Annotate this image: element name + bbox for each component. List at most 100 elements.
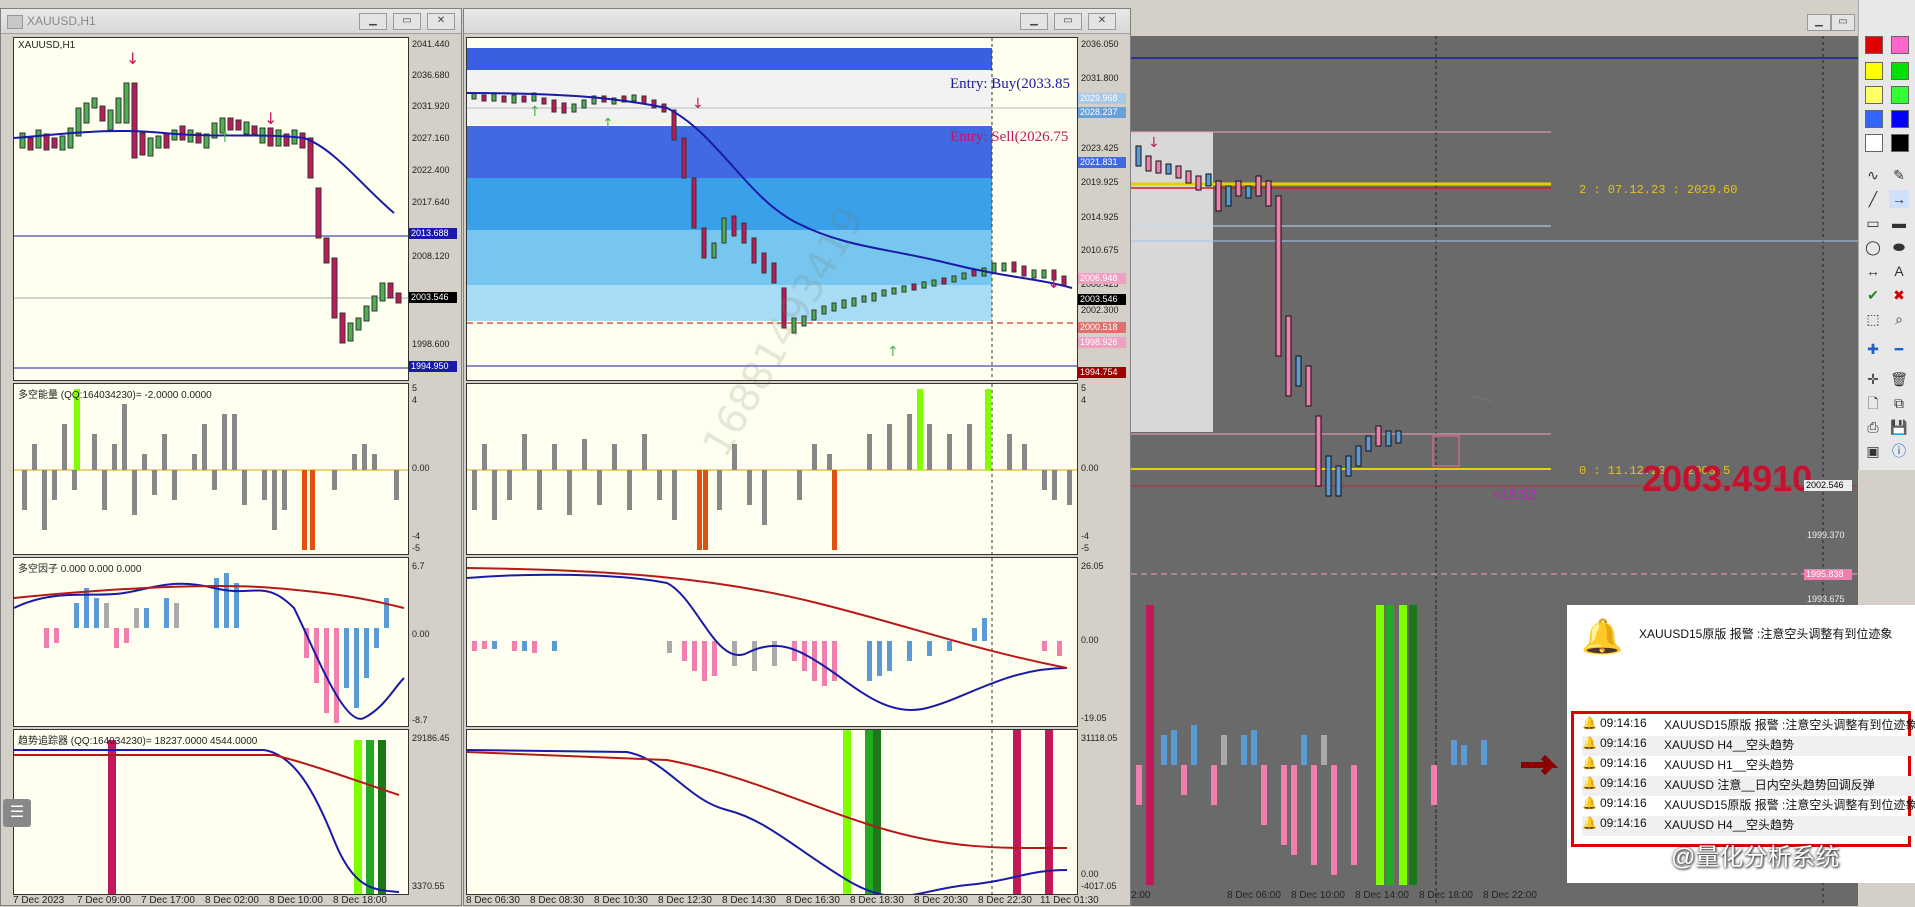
window-titlebar[interactable]: ▁ ▭ bbox=[1131, 0, 1858, 36]
scale-tick: 0.00 bbox=[1081, 635, 1099, 645]
line-tool-icon[interactable]: ╱ bbox=[1863, 190, 1883, 208]
copy-icon[interactable]: ⧉ bbox=[1889, 394, 1909, 412]
date-label: 8 Dec 06:30 bbox=[466, 895, 520, 906]
indicator1-scale: 5 4 0.00 -4 -5 bbox=[409, 383, 463, 555]
scale-tick: -4017.05 bbox=[1081, 881, 1117, 891]
trash-icon[interactable]: 🗑 bbox=[1889, 370, 1909, 388]
alert-text: XAUUSD15原版 报警 :注意空头调整有到位迹象 bbox=[1664, 798, 1915, 812]
filled-ellipse-icon[interactable]: ⬬ bbox=[1889, 238, 1909, 256]
text-tool-icon[interactable]: A bbox=[1889, 262, 1909, 280]
info-icon[interactable]: ⓘ bbox=[1889, 442, 1909, 460]
maximize-button[interactable]: ▭ bbox=[1831, 14, 1855, 31]
svg-text:↑: ↑ bbox=[219, 130, 231, 146]
date-label: 2:00 bbox=[1131, 890, 1151, 901]
pencil-icon[interactable]: ✎ bbox=[1889, 166, 1909, 184]
bell-icon: 🔔 bbox=[1581, 618, 1624, 656]
alert-row[interactable]: 🔔 09:14:16 XAUUSD H4__空头趋势 bbox=[1582, 816, 1915, 836]
date-label: 8 Dec 22:30 bbox=[978, 895, 1032, 906]
color-darkblue-swatch[interactable] bbox=[1891, 110, 1909, 128]
bell-icon: 🔔 bbox=[1582, 796, 1597, 810]
color-red-swatch[interactable] bbox=[1865, 36, 1883, 54]
symbol-label: XAUUSD,H1 bbox=[18, 40, 76, 51]
resize-arrow-icon[interactable]: ↔ bbox=[1863, 262, 1883, 280]
indicator-label: 趋势追踪器 (QQ:164034230)= 18237.0000 4544.00… bbox=[18, 736, 258, 747]
factor-indicator-panel[interactable] bbox=[466, 557, 1078, 727]
time-axis: 8 Dec 06:30 8 Dec 08:30 8 Dec 10:30 8 De… bbox=[466, 895, 1099, 907]
price-panel[interactable]: XAUUSD,H1 ↓ ↓ ↑ bbox=[13, 37, 409, 381]
price-tick: 2010.675 bbox=[1081, 245, 1119, 255]
arrow-line-icon[interactable]: → bbox=[1889, 190, 1909, 208]
bell-icon: 🔔 bbox=[1582, 816, 1597, 830]
color-blue-swatch[interactable] bbox=[1865, 110, 1883, 128]
new-file-icon[interactable]: 🗋 bbox=[1863, 394, 1883, 412]
date-label: 8 Dec 18:00 bbox=[1419, 890, 1473, 901]
energy-histogram bbox=[467, 384, 1077, 554]
rectangle-icon[interactable]: ▭ bbox=[1863, 214, 1883, 232]
image-icon[interactable]: ▣ bbox=[1863, 442, 1883, 460]
chart-window-m15[interactable]: ▁ ▭ ✕ Entry: Buy(2033.85 Entry: Sell(202… bbox=[463, 8, 1131, 906]
minimize-button[interactable]: ▁ bbox=[359, 13, 387, 30]
check-icon[interactable]: ✔ bbox=[1863, 286, 1883, 304]
ellipse-icon[interactable]: ◯ bbox=[1863, 238, 1883, 256]
window-titlebar[interactable]: ▁ ▭ ✕ bbox=[464, 9, 1130, 34]
minimize-button[interactable]: ▁ bbox=[1020, 13, 1048, 30]
color-black-swatch[interactable] bbox=[1891, 134, 1909, 152]
menu-icon[interactable]: ☰ bbox=[3, 799, 31, 827]
bell-icon: 🔔 bbox=[1582, 776, 1597, 790]
filled-rectangle-icon[interactable]: ▬ bbox=[1889, 214, 1909, 232]
factor-indicator-panel[interactable]: 多空因子 0.000 0.000 0.000 bbox=[13, 557, 409, 727]
close-button[interactable]: ✕ bbox=[427, 13, 455, 30]
price-tick: 2008.120 bbox=[412, 251, 450, 261]
scale-tick: 26.05 bbox=[1081, 561, 1104, 571]
window-titlebar[interactable]: XAUUSD,H1 ▁ ▭ ✕ bbox=[1, 9, 461, 34]
alert-window[interactable]: 🔔 XAUUSD15原版 报警 :注意空头调整有到位迹象 🔔 09:14:16 … bbox=[1567, 605, 1915, 883]
alert-row[interactable]: 🔔 09:14:16 XAUUSD 注意__日内空头趋势回调反弹 bbox=[1582, 776, 1915, 796]
color-yellow-swatch[interactable] bbox=[1865, 62, 1883, 80]
price-tick: 2023.425 bbox=[1081, 143, 1119, 153]
alert-text: XAUUSD15原版 报警 :注意空头调整有到位迹象 bbox=[1664, 718, 1915, 732]
level-tag: 1998.926 bbox=[1078, 337, 1126, 348]
energy-indicator-panel[interactable]: 多空能量 (QQ:164034230)= -2.0000 0.0000 bbox=[13, 383, 409, 555]
factor-histogram bbox=[14, 573, 405, 723]
color-white-swatch[interactable] bbox=[1865, 134, 1883, 152]
energy-indicator-panel[interactable] bbox=[466, 383, 1078, 555]
alert-text: XAUUSD H4__空头趋势 bbox=[1664, 738, 1795, 752]
save-icon[interactable]: 💾 bbox=[1889, 418, 1909, 436]
level-tag: 2028.237 bbox=[1078, 107, 1126, 118]
print-icon[interactable]: ⎙ bbox=[1863, 418, 1883, 436]
energy-histogram bbox=[14, 389, 408, 550]
color-green-swatch[interactable] bbox=[1891, 62, 1909, 80]
color-pink-swatch[interactable] bbox=[1891, 36, 1909, 54]
level-tag: 1995.838 bbox=[1804, 569, 1852, 580]
alert-row[interactable]: 🔔 09:14:16 XAUUSD H4__空头趋势 bbox=[1582, 736, 1915, 756]
maximize-button[interactable]: ▭ bbox=[393, 13, 421, 30]
close-button[interactable]: ✕ bbox=[1088, 13, 1116, 30]
trend-tracker-panel[interactable] bbox=[466, 729, 1078, 895]
svg-text:↓: ↓ bbox=[126, 49, 139, 68]
zoom-icon[interactable]: ⌕ bbox=[1889, 310, 1909, 328]
price-tick: 2022.400 bbox=[412, 165, 450, 175]
minimize-button[interactable]: ▁ bbox=[1807, 14, 1831, 31]
alert-row[interactable]: 🔔 09:14:16 XAUUSD H1__空头趋势 bbox=[1582, 756, 1915, 776]
drawing-toolbar: ∿ ✎ ╱ → ▭ ▬ ◯ ⬬ ↔ A ✔ ✖ ⬚ ⌕ ✚ ━ ✛ 🗑 🗋 ⧉ … bbox=[1858, 0, 1915, 470]
color-lightyellow-swatch[interactable] bbox=[1865, 86, 1883, 104]
factor-histogram bbox=[467, 558, 1068, 726]
color-lime-swatch[interactable] bbox=[1891, 86, 1909, 104]
alert-row[interactable]: 🔔 09:14:16 XAUUSD15原版 报警 :注意空头调整有到位迹象 bbox=[1582, 716, 1915, 736]
price-tick: 2019.925 bbox=[1081, 177, 1119, 187]
cross-icon[interactable]: ✖ bbox=[1889, 286, 1909, 304]
price-tick: 2036.050 bbox=[1081, 39, 1119, 49]
curve-tool-icon[interactable]: ∿ bbox=[1863, 166, 1883, 184]
maximize-button[interactable]: ▭ bbox=[1054, 13, 1082, 30]
price-tick: 1993.675 bbox=[1807, 594, 1845, 604]
trend-tracker-panel[interactable]: 趋势追踪器 (QQ:164034230)= 18237.0000 4544.00… bbox=[13, 729, 409, 895]
select-area-icon[interactable]: ⬚ bbox=[1863, 310, 1883, 328]
plus-icon[interactable]: ✚ bbox=[1863, 340, 1883, 358]
svg-text:↓: ↓ bbox=[692, 96, 704, 112]
pin-icon[interactable]: ✛ bbox=[1863, 370, 1883, 388]
chart-window-xauusd-h1[interactable]: XAUUSD,H1 ▁ ▭ ✕ XAUUSD,H1 ↓ ↓ ↑ 2041.440… bbox=[0, 8, 462, 906]
alert-time: 09:14:16 bbox=[1600, 756, 1647, 770]
minus-icon[interactable]: ━ bbox=[1889, 340, 1909, 358]
alert-row[interactable]: 🔔 09:14:16 XAUUSD15原版 报警 :注意空头调整有到位迹象 bbox=[1582, 796, 1915, 816]
date-label: 8 Dec 10:30 bbox=[594, 895, 648, 906]
